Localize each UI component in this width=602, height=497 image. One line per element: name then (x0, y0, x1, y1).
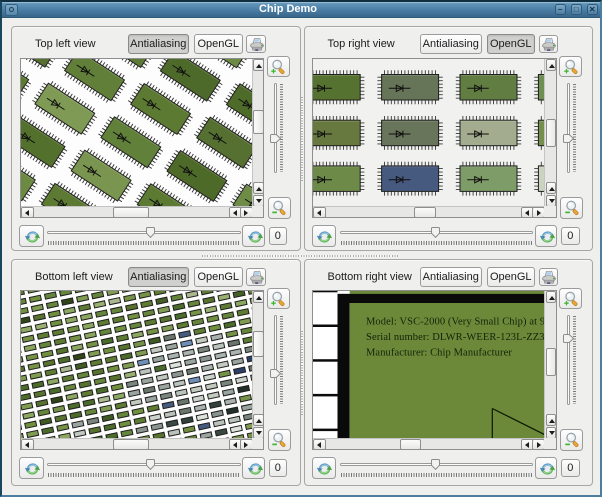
svg-text:Manufacturer: Chip Manufacture: Manufacturer: Chip Manufacturer (366, 348, 512, 359)
svg-text:Model: VSC-2000 (Very Small Ch: Model: VSC-2000 (Very Small Chip) at 9 (366, 317, 545, 328)
svg-text:Serial number: DLWR-WEER-123L-: Serial number: DLWR-WEER-123L-ZZ33 (366, 332, 546, 343)
